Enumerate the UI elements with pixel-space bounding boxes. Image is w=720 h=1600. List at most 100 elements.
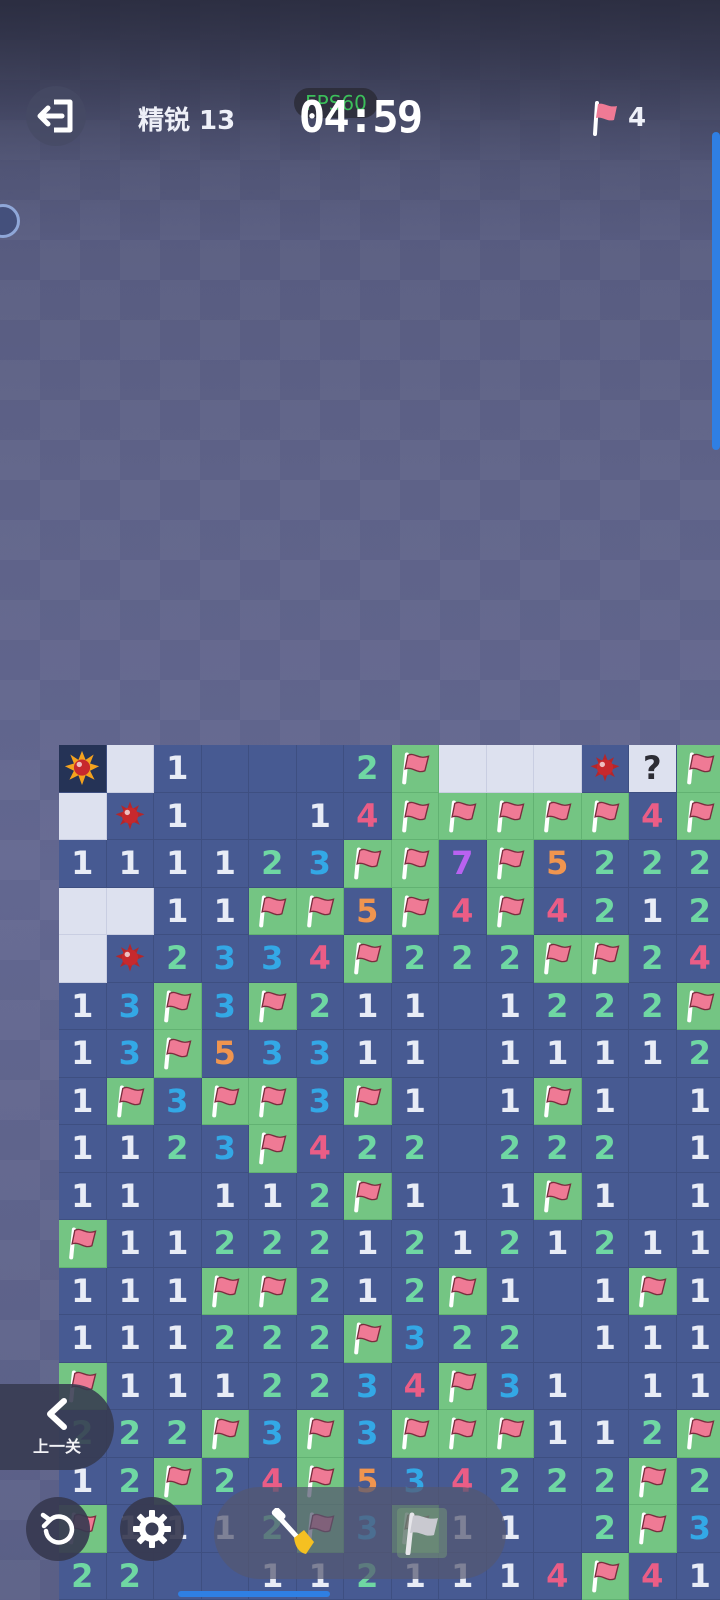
number-cell[interactable]: 2 <box>249 1315 297 1363</box>
flagged-cell[interactable] <box>486 887 534 935</box>
number-cell[interactable]: 1 <box>676 1077 720 1125</box>
number-cell[interactable]: 3 <box>296 1030 344 1078</box>
flagged-cell[interactable] <box>581 1552 629 1600</box>
flagged-cell[interactable] <box>486 792 534 840</box>
number-cell[interactable]: 3 <box>676 1505 720 1553</box>
empty-cell[interactable] <box>296 745 344 793</box>
flagged-cell[interactable] <box>629 1267 677 1315</box>
number-cell[interactable]: 2 <box>391 1125 439 1173</box>
number-cell[interactable]: 2 <box>154 1125 202 1173</box>
number-cell[interactable]: 1 <box>676 1267 720 1315</box>
number-cell[interactable]: 1 <box>581 1410 629 1458</box>
number-cell[interactable]: 1 <box>106 840 154 888</box>
prev-level-button[interactable]: 上一关 <box>0 1384 114 1470</box>
number-cell[interactable]: 1 <box>106 1172 154 1220</box>
number-cell[interactable]: 1 <box>296 792 344 840</box>
number-cell[interactable]: 1 <box>154 745 202 793</box>
number-cell[interactable]: 1 <box>676 1362 720 1410</box>
number-cell[interactable]: 2 <box>581 1125 629 1173</box>
number-cell[interactable]: 2 <box>676 1457 720 1505</box>
number-cell[interactable]: 1 <box>106 1125 154 1173</box>
covered-cell[interactable] <box>486 745 534 793</box>
flagged-cell[interactable] <box>629 1457 677 1505</box>
flagged-cell[interactable] <box>581 792 629 840</box>
flagged-cell[interactable] <box>344 840 392 888</box>
restart-button[interactable] <box>26 1497 90 1561</box>
number-cell[interactable]: 4 <box>629 1552 677 1600</box>
number-cell[interactable]: 5 <box>201 1030 249 1078</box>
flagged-cell[interactable] <box>249 982 297 1030</box>
number-cell[interactable]: 4 <box>296 935 344 983</box>
covered-cell[interactable] <box>439 745 487 793</box>
number-cell[interactable]: 2 <box>581 840 629 888</box>
number-cell[interactable]: 1 <box>534 1362 582 1410</box>
number-cell[interactable]: 1 <box>154 887 202 935</box>
number-cell[interactable]: 1 <box>486 1172 534 1220</box>
number-cell[interactable]: 1 <box>154 1315 202 1363</box>
number-cell[interactable]: 1 <box>344 982 392 1030</box>
number-cell[interactable]: 1 <box>581 1030 629 1078</box>
number-cell[interactable]: 3 <box>249 935 297 983</box>
number-cell[interactable]: 2 <box>486 1315 534 1363</box>
number-cell[interactable]: 2 <box>201 1315 249 1363</box>
dig-tool-button[interactable] <box>268 1508 318 1558</box>
number-cell[interactable]: 2 <box>344 745 392 793</box>
number-cell[interactable]: 1 <box>676 1315 720 1363</box>
empty-cell[interactable] <box>439 982 487 1030</box>
flagged-cell[interactable] <box>154 1030 202 1078</box>
mine-cell[interactable] <box>581 745 629 793</box>
number-cell[interactable]: 2 <box>629 935 677 983</box>
flagged-cell[interactable] <box>581 935 629 983</box>
empty-cell[interactable] <box>154 1172 202 1220</box>
number-cell[interactable]: 2 <box>249 1220 297 1268</box>
number-cell[interactable]: 2 <box>296 982 344 1030</box>
empty-cell[interactable] <box>629 1172 677 1220</box>
number-cell[interactable]: 3 <box>344 1410 392 1458</box>
number-cell[interactable]: 1 <box>534 1030 582 1078</box>
number-cell[interactable]: 1 <box>59 1030 107 1078</box>
number-cell[interactable]: 1 <box>59 1077 107 1125</box>
number-cell[interactable]: 4 <box>534 1552 582 1600</box>
empty-cell[interactable] <box>439 1030 487 1078</box>
number-cell[interactable]: 1 <box>344 1220 392 1268</box>
flag-tool-button[interactable] <box>397 1508 447 1558</box>
number-cell[interactable]: 1 <box>106 1267 154 1315</box>
flagged-cell[interactable] <box>344 1315 392 1363</box>
number-cell[interactable]: 2 <box>296 1362 344 1410</box>
number-cell[interactable]: 2 <box>296 1315 344 1363</box>
number-cell[interactable]: 2 <box>296 1172 344 1220</box>
empty-cell[interactable] <box>534 1315 582 1363</box>
number-cell[interactable]: 1 <box>629 1220 677 1268</box>
flagged-cell[interactable] <box>296 887 344 935</box>
flagged-cell[interactable] <box>486 840 534 888</box>
number-cell[interactable]: 4 <box>439 887 487 935</box>
number-cell[interactable]: 2 <box>534 982 582 1030</box>
flagged-cell[interactable] <box>534 935 582 983</box>
flagged-cell[interactable] <box>391 792 439 840</box>
number-cell[interactable]: 1 <box>154 792 202 840</box>
covered-cell[interactable] <box>59 935 107 983</box>
number-cell[interactable]: 5 <box>344 887 392 935</box>
mine-cell[interactable] <box>106 792 154 840</box>
empty-cell[interactable] <box>201 745 249 793</box>
number-cell[interactable]: 1 <box>59 840 107 888</box>
number-cell[interactable]: 1 <box>534 1410 582 1458</box>
flagged-cell[interactable] <box>439 1362 487 1410</box>
flagged-cell[interactable] <box>201 1267 249 1315</box>
number-cell[interactable]: 1 <box>629 1362 677 1410</box>
number-cell[interactable]: 3 <box>249 1410 297 1458</box>
number-cell[interactable]: 1 <box>676 1220 720 1268</box>
number-cell[interactable]: 1 <box>154 1267 202 1315</box>
number-cell[interactable]: 2 <box>154 1410 202 1458</box>
number-cell[interactable]: 1 <box>486 982 534 1030</box>
flagged-cell[interactable] <box>249 1267 297 1315</box>
flagged-cell[interactable] <box>676 792 720 840</box>
flagged-cell[interactable] <box>201 1410 249 1458</box>
number-cell[interactable]: 2 <box>391 935 439 983</box>
flagged-cell[interactable] <box>106 1077 154 1125</box>
number-cell[interactable]: 1 <box>486 1077 534 1125</box>
number-cell[interactable]: 1 <box>391 1030 439 1078</box>
number-cell[interactable]: 2 <box>581 982 629 1030</box>
flagged-cell[interactable] <box>534 1077 582 1125</box>
number-cell[interactable]: 1 <box>201 840 249 888</box>
